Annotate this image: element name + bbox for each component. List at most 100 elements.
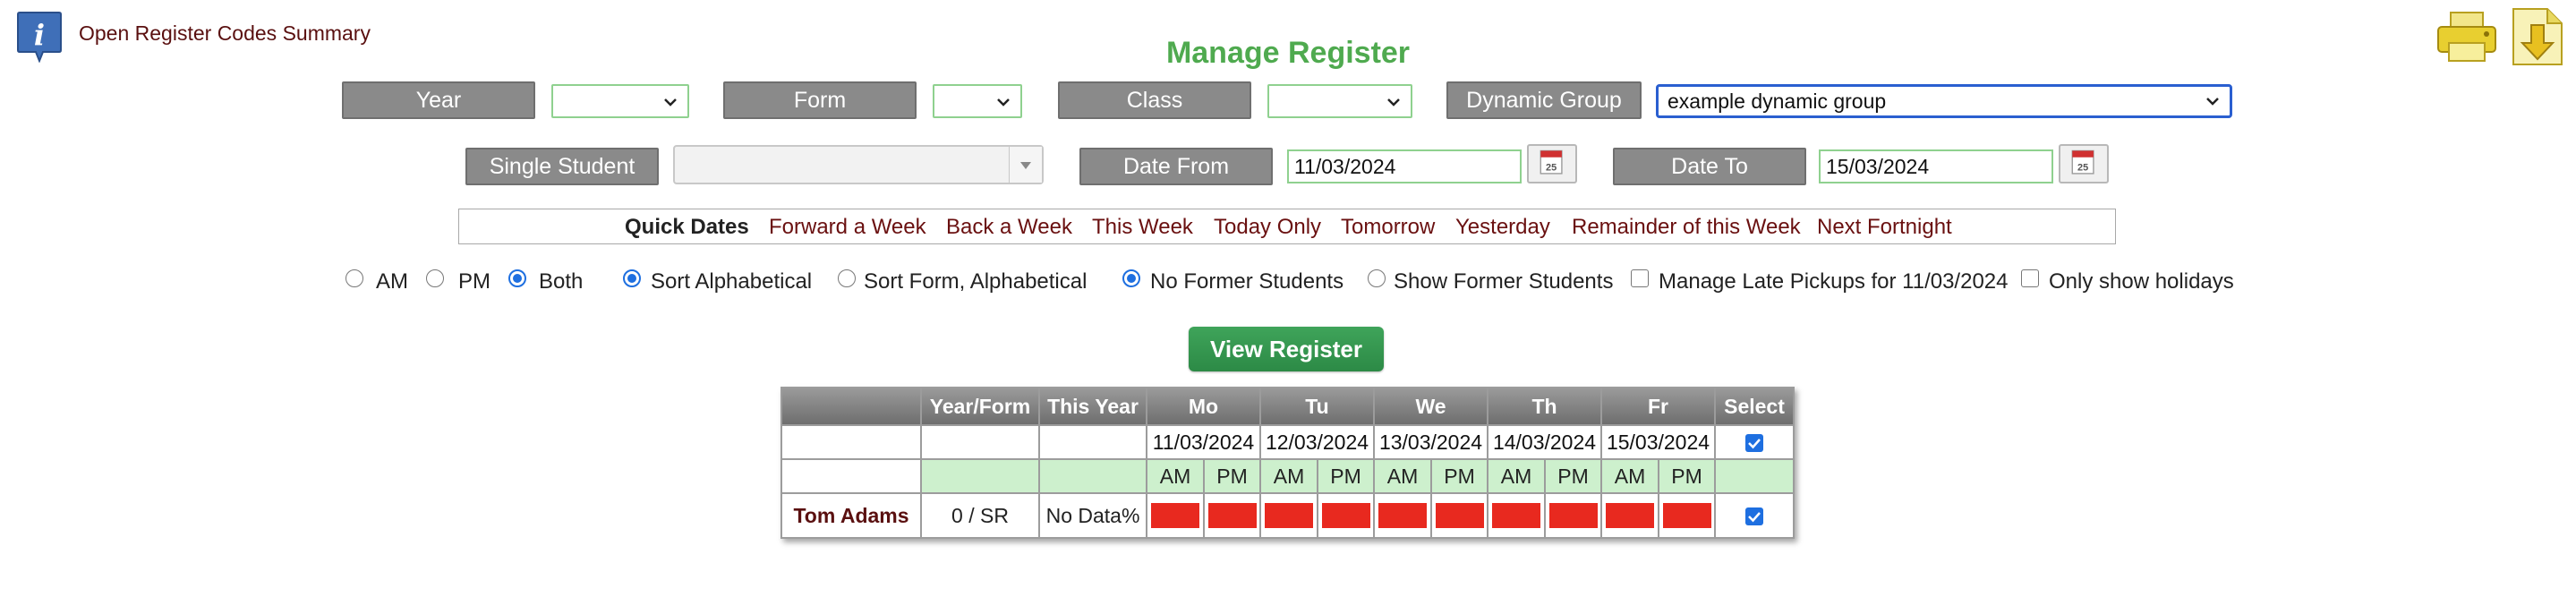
- header-mo: Mo: [1146, 387, 1261, 426]
- chevron-down-icon: [1387, 98, 1400, 107]
- mark-cell[interactable]: [1600, 492, 1659, 539]
- absent-mark: [1207, 503, 1257, 529]
- session-row-empty: [1038, 458, 1147, 494]
- header-name: [780, 387, 922, 426]
- absent-mark: [1435, 503, 1484, 529]
- am-radio[interactable]: [345, 269, 363, 287]
- mark-cell[interactable]: [1544, 492, 1602, 539]
- printer-icon[interactable]: [2435, 9, 2499, 64]
- year-label: Year: [342, 81, 535, 119]
- calendar-icon: 25: [2071, 149, 2094, 175]
- late-pickups-checkbox[interactable]: [1631, 269, 1649, 287]
- check-icon: [1748, 439, 1761, 449]
- mark-cell[interactable]: [1373, 492, 1432, 539]
- date-fr: 15/03/2024: [1600, 424, 1716, 460]
- session-label: PM: [1658, 458, 1716, 494]
- header-fr: Fr: [1600, 387, 1716, 426]
- mark-cell[interactable]: [1487, 492, 1546, 539]
- select-all-checkbox[interactable]: [1745, 434, 1763, 453]
- show-former-students-radio[interactable]: [1368, 269, 1386, 287]
- form-label: Form: [723, 81, 917, 119]
- header-this-year: This Year: [1038, 387, 1147, 426]
- mark-cell[interactable]: [1146, 492, 1205, 539]
- date-to-label: Date To: [1613, 148, 1806, 185]
- mark-cell[interactable]: [1430, 492, 1488, 539]
- quick-date-next-fortnight[interactable]: Next Fortnight: [1817, 215, 1952, 240]
- session-row-empty: [780, 458, 922, 494]
- check-icon: [1748, 512, 1761, 523]
- pm-radio[interactable]: [426, 269, 444, 287]
- both-radio[interactable]: [508, 269, 526, 287]
- mark-cell[interactable]: [1658, 492, 1716, 539]
- date-from-input[interactable]: 11/03/2024: [1287, 149, 1522, 183]
- quick-date-back-week[interactable]: Back a Week: [946, 215, 1072, 240]
- download-icon[interactable]: [2510, 5, 2565, 68]
- quick-dates-label: Quick Dates: [625, 215, 749, 239]
- quick-date-forward-week[interactable]: Forward a Week: [769, 215, 926, 240]
- date-to-calendar-button[interactable]: 25: [2059, 144, 2109, 183]
- date-from-calendar-button[interactable]: 25: [1527, 144, 1577, 183]
- quick-date-this-week[interactable]: This Week: [1092, 215, 1193, 240]
- mark-cell[interactable]: [1317, 492, 1375, 539]
- date-th: 14/03/2024: [1487, 424, 1602, 460]
- year-select[interactable]: [551, 84, 689, 118]
- date-from-label: Date From: [1079, 148, 1273, 185]
- absent-mark: [1378, 503, 1427, 529]
- session-row-empty: [920, 458, 1040, 494]
- class-label: Class: [1058, 81, 1251, 119]
- date-to-input[interactable]: 15/03/2024: [1819, 149, 2053, 183]
- quick-date-remainder-week[interactable]: Remainder of this Week: [1572, 215, 1801, 240]
- view-register-button[interactable]: View Register: [1189, 327, 1384, 371]
- no-former-students-radio[interactable]: [1122, 269, 1140, 287]
- only-holidays-label: Only show holidays: [2049, 269, 2234, 294]
- late-pickups-label: Manage Late Pickups for 11/03/2024: [1659, 269, 2009, 294]
- session-label: AM: [1259, 458, 1318, 494]
- session-label: AM: [1600, 458, 1659, 494]
- sort-form-label: Sort Form, Alphabetical: [864, 269, 1088, 294]
- am-label: AM: [376, 269, 408, 294]
- dynamic-group-select[interactable]: example dynamic group: [1656, 84, 2232, 118]
- date-row-empty: [1038, 424, 1147, 460]
- absent-mark: [1492, 503, 1540, 529]
- only-holidays-checkbox[interactable]: [2021, 269, 2039, 287]
- date-we: 13/03/2024: [1373, 424, 1488, 460]
- absent-mark: [1151, 503, 1199, 529]
- session-label: PM: [1203, 458, 1261, 494]
- session-label: PM: [1544, 458, 1602, 494]
- student-name[interactable]: Tom Adams: [780, 492, 922, 539]
- triangle-down-icon: [1020, 162, 1031, 169]
- combobox-dropdown-button[interactable]: [1009, 147, 1042, 183]
- session-row-empty: [1714, 458, 1795, 494]
- class-select[interactable]: [1267, 84, 1412, 118]
- header-year-form: Year/Form: [920, 387, 1040, 426]
- chevron-down-icon: [997, 98, 1010, 107]
- header-th: Th: [1487, 387, 1602, 426]
- mark-cell[interactable]: [1259, 492, 1318, 539]
- show-former-students-label: Show Former Students: [1394, 269, 1614, 294]
- dynamic-group-label: Dynamic Group: [1446, 81, 1642, 119]
- quick-date-today-only[interactable]: Today Only: [1214, 215, 1321, 240]
- header-select: Select: [1714, 387, 1795, 426]
- register-table-wrapper: Year/Form This Year Mo Tu We Th Fr Selec…: [780, 387, 1795, 539]
- no-former-students-label: No Former Students: [1150, 269, 1344, 294]
- register-table: Year/Form This Year Mo Tu We Th Fr Selec…: [780, 387, 1795, 539]
- absent-mark: [1321, 503, 1370, 529]
- sort-alphabetical-radio[interactable]: [623, 269, 641, 287]
- calendar-day-text: 25: [1546, 162, 1557, 173]
- quick-date-yesterday[interactable]: Yesterday: [1455, 215, 1550, 240]
- date-mo: 11/03/2024: [1146, 424, 1261, 460]
- page-title: Manage Register: [1165, 36, 1411, 70]
- chevron-down-icon: [2206, 98, 2219, 106]
- session-label: PM: [1317, 458, 1375, 494]
- pm-label: PM: [458, 269, 490, 294]
- student-select-checkbox[interactable]: [1745, 507, 1763, 526]
- session-label: AM: [1146, 458, 1205, 494]
- header-we: We: [1373, 387, 1488, 426]
- sort-form-radio[interactable]: [838, 269, 856, 287]
- mark-cell[interactable]: [1203, 492, 1261, 539]
- quick-date-tomorrow[interactable]: Tomorrow: [1341, 215, 1435, 240]
- absent-mark: [1606, 503, 1654, 529]
- calendar-icon: 25: [1540, 149, 1563, 175]
- single-student-combobox[interactable]: [673, 145, 1044, 184]
- form-select[interactable]: [933, 84, 1022, 118]
